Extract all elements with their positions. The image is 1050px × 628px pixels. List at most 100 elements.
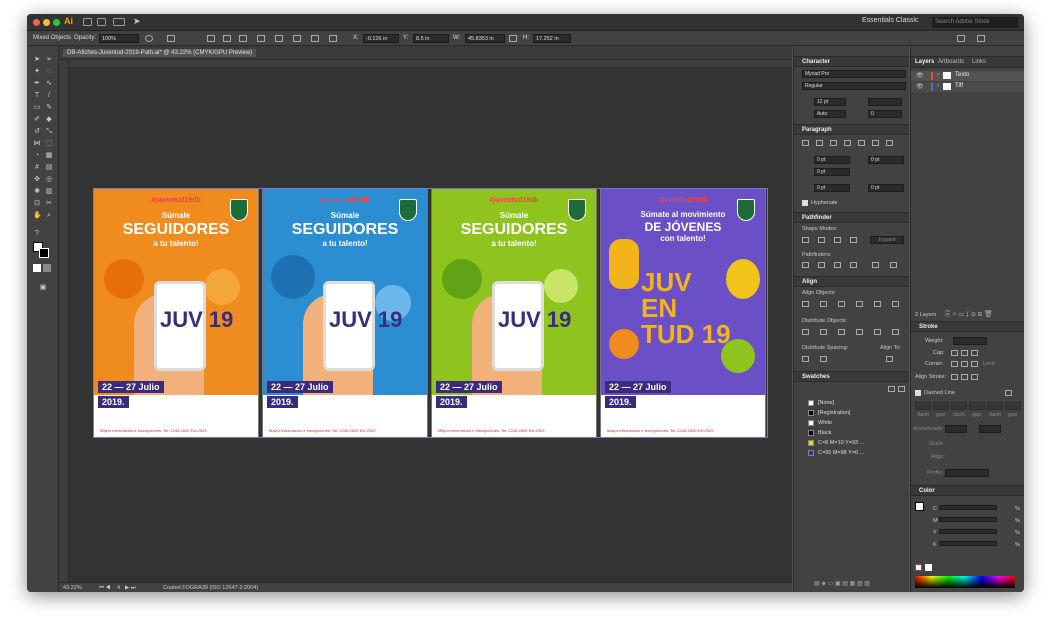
eyedropper-tool-icon[interactable]: ✜ xyxy=(33,176,41,184)
eraser-tool-icon[interactable]: ◆ xyxy=(45,116,53,124)
round-cap-icon[interactable] xyxy=(961,350,968,356)
artboard-next-icon[interactable]: ▶ ⏭ xyxy=(125,585,136,592)
distribute-top-icon[interactable] xyxy=(293,35,301,42)
leading-input[interactable] xyxy=(868,98,902,106)
gap-input[interactable] xyxy=(969,402,985,410)
expand-arrow-icon[interactable]: › xyxy=(937,83,939,89)
y-input[interactable]: 8.5 in xyxy=(413,34,449,43)
first-line-indent-input[interactable]: 0 pt xyxy=(814,168,850,176)
pen-tool-icon[interactable]: ✒ xyxy=(33,80,41,88)
align-middle-icon[interactable] xyxy=(257,35,265,42)
artboard-poster-green[interactable]: #juventud19db Súmale SEGUIDORES a tu tal… xyxy=(431,188,597,438)
swatch-label[interactable]: [Registration] xyxy=(818,410,850,416)
hyphenate-checkbox[interactable] xyxy=(802,200,808,206)
cyan-slider[interactable] xyxy=(939,505,997,510)
miter-join-icon[interactable] xyxy=(951,361,958,367)
merge-icon[interactable] xyxy=(834,262,841,268)
font-style-select[interactable]: Regular xyxy=(802,82,906,90)
dash-input[interactable] xyxy=(951,402,967,410)
color-fill-swatch[interactable] xyxy=(915,502,924,511)
minus-back-icon[interactable] xyxy=(890,262,897,268)
align-stroke-outside-icon[interactable] xyxy=(971,374,978,380)
minimize-window-button[interactable] xyxy=(43,19,50,26)
gradient-mode-icon[interactable] xyxy=(43,264,51,272)
gradient-tool-icon[interactable]: ▤ xyxy=(45,164,53,172)
stroke-weight-input[interactable] xyxy=(953,337,987,345)
list-view-icon[interactable] xyxy=(888,386,895,392)
workspace-switcher[interactable]: Essentials Classic xyxy=(862,17,918,24)
justify-left-icon[interactable] xyxy=(844,140,851,146)
paragraph-panel-header[interactable]: Paragraph xyxy=(794,124,909,135)
kerning-input[interactable]: Auto xyxy=(814,110,846,118)
align-bottom-icon[interactable] xyxy=(275,35,283,42)
zoom-window-button[interactable] xyxy=(53,19,60,26)
perspective-grid-tool-icon[interactable]: ▦ xyxy=(45,152,53,160)
swatches-panel-header[interactable]: Swatches xyxy=(794,371,909,382)
zoom-level[interactable]: 43.22% xyxy=(63,585,82,591)
hand-tool-icon[interactable]: ✋ xyxy=(33,212,42,220)
color-panel-header[interactable]: Color xyxy=(911,485,1024,496)
constrain-proportions-icon[interactable] xyxy=(509,35,517,42)
swatch-yellow[interactable] xyxy=(808,440,814,446)
stock-icon[interactable] xyxy=(97,18,106,26)
opacity-input[interactable]: 100% xyxy=(99,34,139,43)
horizontal-ruler[interactable] xyxy=(69,60,792,68)
vertical-distribute-top-icon[interactable] xyxy=(802,329,809,335)
horizontal-align-center-icon[interactable] xyxy=(820,301,827,307)
vertical-distribute-center-icon[interactable] xyxy=(820,329,827,335)
align-center-text-icon[interactable] xyxy=(816,140,823,146)
align-panel-header[interactable]: Align xyxy=(794,276,909,287)
crop-icon[interactable] xyxy=(850,262,857,268)
character-panel-header[interactable]: Character xyxy=(794,56,909,67)
dashed-line-checkbox[interactable] xyxy=(915,390,921,396)
swatch-none[interactable] xyxy=(808,400,814,406)
space-before-input[interactable]: 0 pt xyxy=(814,184,850,192)
stroke-swatch[interactable] xyxy=(39,248,49,258)
type-tool-icon[interactable]: T xyxy=(33,92,41,100)
white-swatch[interactable] xyxy=(925,564,932,571)
none-swatch[interactable] xyxy=(915,564,922,571)
help-icon[interactable]: ? xyxy=(33,230,41,238)
color-spectrum[interactable] xyxy=(915,576,1015,588)
vertical-align-bottom-icon[interactable] xyxy=(892,301,899,307)
align-to-selection-icon[interactable] xyxy=(886,356,893,362)
curvature-tool-icon[interactable]: ∿ xyxy=(45,80,53,88)
rectangle-tool-icon[interactable]: ▭ xyxy=(33,104,41,112)
tab-links[interactable]: Links xyxy=(972,59,986,65)
layer-name[interactable]: Texto xyxy=(955,72,969,78)
expand-arrow-icon[interactable]: › xyxy=(937,72,939,78)
slice-tool-icon[interactable]: ✂ xyxy=(45,200,53,208)
vertical-ruler[interactable] xyxy=(59,60,69,582)
h-input[interactable]: 17.252 in xyxy=(533,34,571,43)
butt-cap-icon[interactable] xyxy=(951,350,958,356)
divide-icon[interactable] xyxy=(802,262,809,268)
transform-icon[interactable] xyxy=(957,35,965,42)
artboard-navigator-icon[interactable]: ⏮ ◀ xyxy=(99,585,110,592)
end-arrowhead-select[interactable] xyxy=(979,425,1001,433)
horizontal-distribute-left-icon[interactable] xyxy=(856,329,863,335)
artboard-poster-orange[interactable]: #juventud19db Súmale SEGUIDORES a tu tal… xyxy=(93,188,259,438)
tab-layers[interactable]: Layers xyxy=(915,59,934,65)
swatch-library-icons[interactable]: ▤ ◈ ▭ ▣ ▤ ▦ ▧ ▨ xyxy=(814,580,870,587)
dash-input[interactable] xyxy=(915,402,931,410)
start-arrowhead-select[interactable] xyxy=(945,425,967,433)
free-transform-tool-icon[interactable]: ⬚ xyxy=(45,140,53,148)
gpu-performance-icon[interactable]: ➤ xyxy=(133,16,141,27)
horizontal-distribute-space-icon[interactable] xyxy=(820,356,827,362)
layer-row[interactable]: 👁 › Texto xyxy=(911,71,1024,81)
align-stroke-inside-icon[interactable] xyxy=(961,374,968,380)
canvas[interactable]: #juventud19db Súmale SEGUIDORES a tu tal… xyxy=(69,68,792,582)
trim-icon[interactable] xyxy=(818,262,825,268)
black-slider[interactable] xyxy=(939,541,997,546)
color-mode-icon[interactable] xyxy=(33,264,41,272)
horizontal-distribute-right-icon[interactable] xyxy=(892,329,899,335)
swatch-purple[interactable] xyxy=(808,450,814,456)
gap-input[interactable] xyxy=(933,402,949,410)
exclude-icon[interactable] xyxy=(850,237,857,243)
arrange-documents-icon[interactable] xyxy=(113,18,125,26)
minus-front-icon[interactable] xyxy=(818,237,825,243)
round-join-icon[interactable] xyxy=(961,361,968,367)
align-stroke-center-icon[interactable] xyxy=(951,374,958,380)
stroke-panel-header[interactable]: Stroke xyxy=(911,321,1024,332)
distribute-center-icon[interactable] xyxy=(311,35,319,42)
